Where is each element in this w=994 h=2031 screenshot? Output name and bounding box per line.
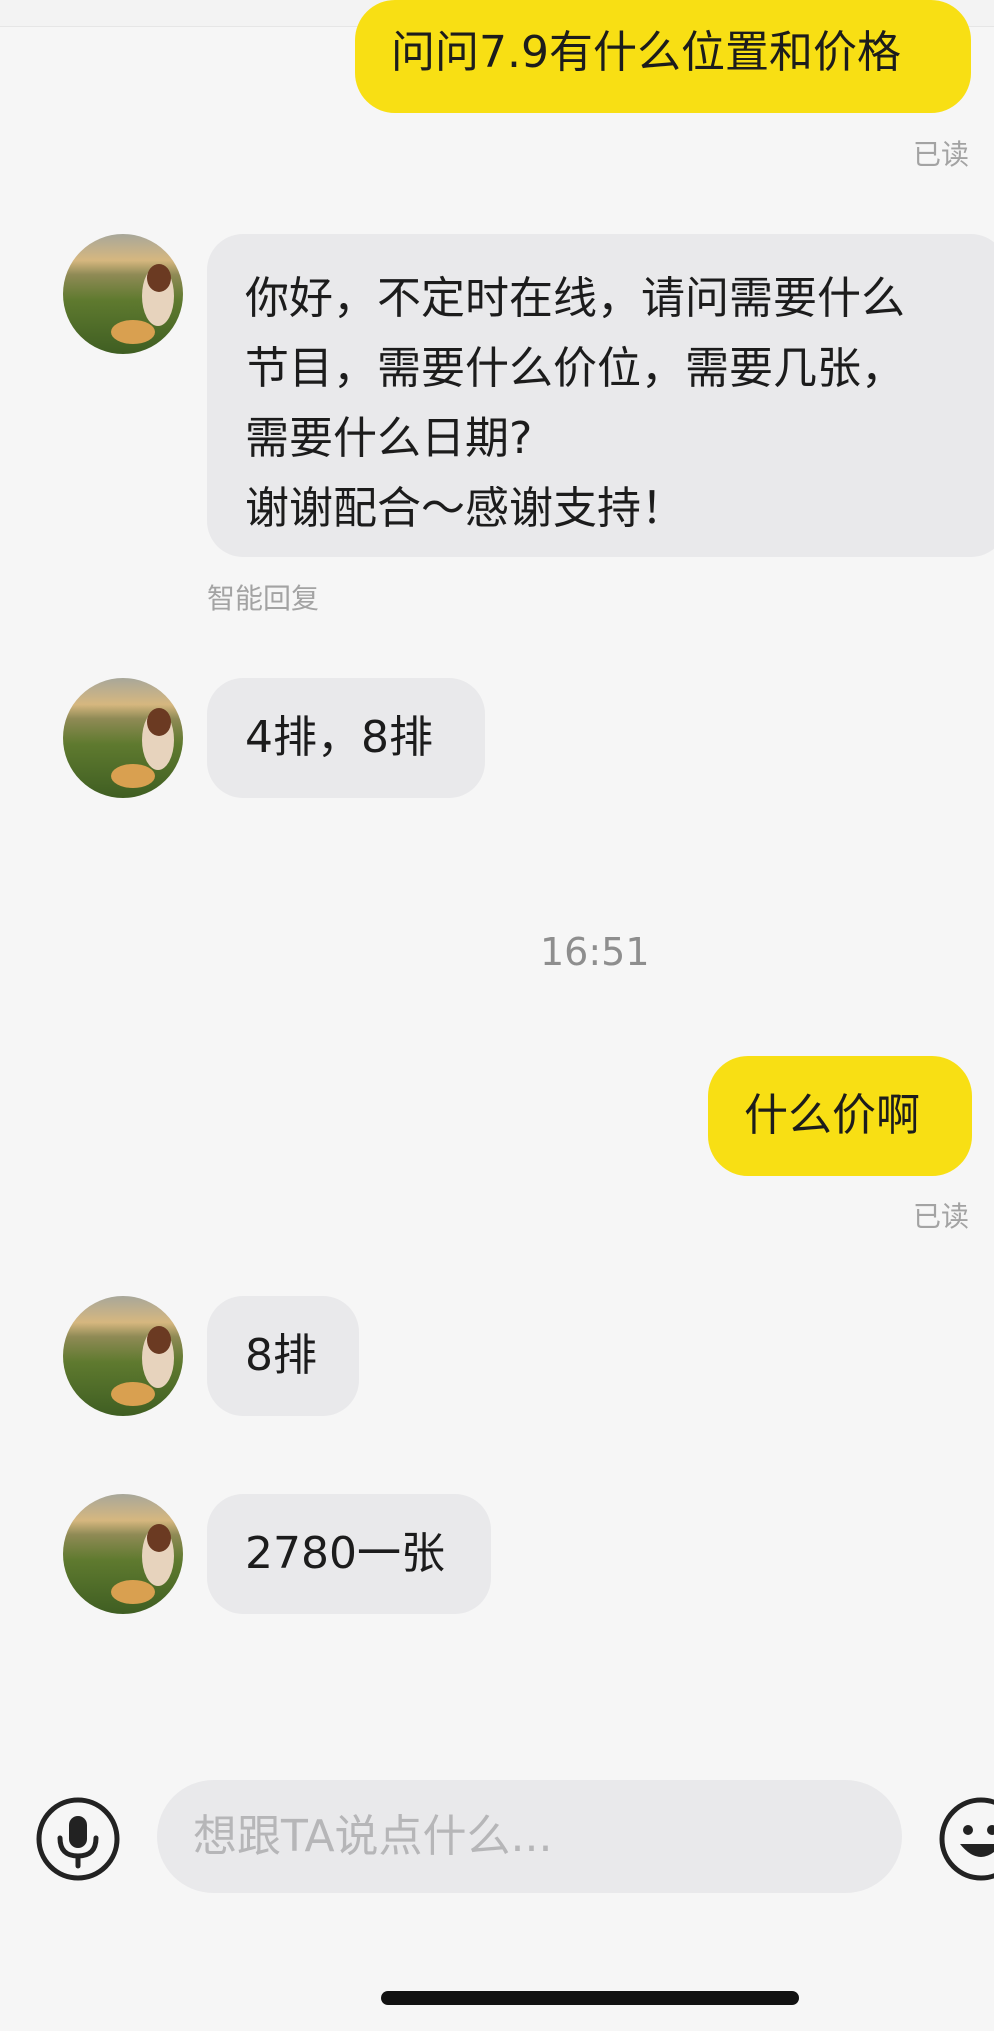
incoming-message-bubble[interactable]: 你好，不定时在线，请问需要什么 节目，需要什么价位，需要几张， 需要什么日期? … (207, 234, 994, 557)
chat-screen: 问问7.9有什么位置和价格 已读 你好，不定时在线，请问需要什么 节目，需要什么… (0, 0, 994, 2031)
message-text: 8排 (245, 1330, 317, 1381)
message-timestamp: 16:51 (540, 930, 650, 974)
contact-avatar[interactable] (63, 1494, 183, 1614)
read-receipt: 已读 (913, 1200, 970, 1233)
emoji-button[interactable] (938, 1796, 994, 1886)
contact-avatar[interactable] (63, 234, 183, 354)
message-text: 2780一张 (245, 1528, 445, 1579)
read-receipt: 已读 (913, 138, 970, 171)
outgoing-message-bubble[interactable]: 什么价啊 (708, 1056, 972, 1176)
message-line: 节目，需要什么价位，需要几张， (245, 343, 905, 394)
message-line: 谢谢配合～感谢支持！ (245, 483, 685, 534)
contact-avatar[interactable] (63, 1296, 183, 1416)
message-text: 问问7.9有什么位置和价格 (391, 27, 901, 78)
message-text: 4排，8排 (245, 712, 433, 763)
contact-avatar[interactable] (63, 678, 183, 798)
incoming-message-bubble[interactable]: 8排 (207, 1296, 359, 1416)
outgoing-message-bubble[interactable]: 问问7.9有什么位置和价格 (355, 0, 971, 113)
message-line: 你好，不定时在线，请问需要什么 (245, 273, 905, 324)
home-indicator[interactable] (381, 1991, 799, 2005)
message-text: 什么价啊 (744, 1090, 920, 1141)
incoming-message-bubble[interactable]: 4排，8排 (207, 678, 485, 798)
microphone-icon (36, 1797, 120, 1881)
incoming-message-bubble[interactable]: 2780一张 (207, 1494, 491, 1614)
message-line: 需要什么日期? (245, 413, 533, 464)
voice-input-button[interactable] (35, 1796, 121, 1886)
message-input[interactable] (157, 1780, 902, 1893)
emoji-icon (939, 1797, 994, 1881)
smart-reply-tag: 智能回复 (207, 582, 320, 615)
